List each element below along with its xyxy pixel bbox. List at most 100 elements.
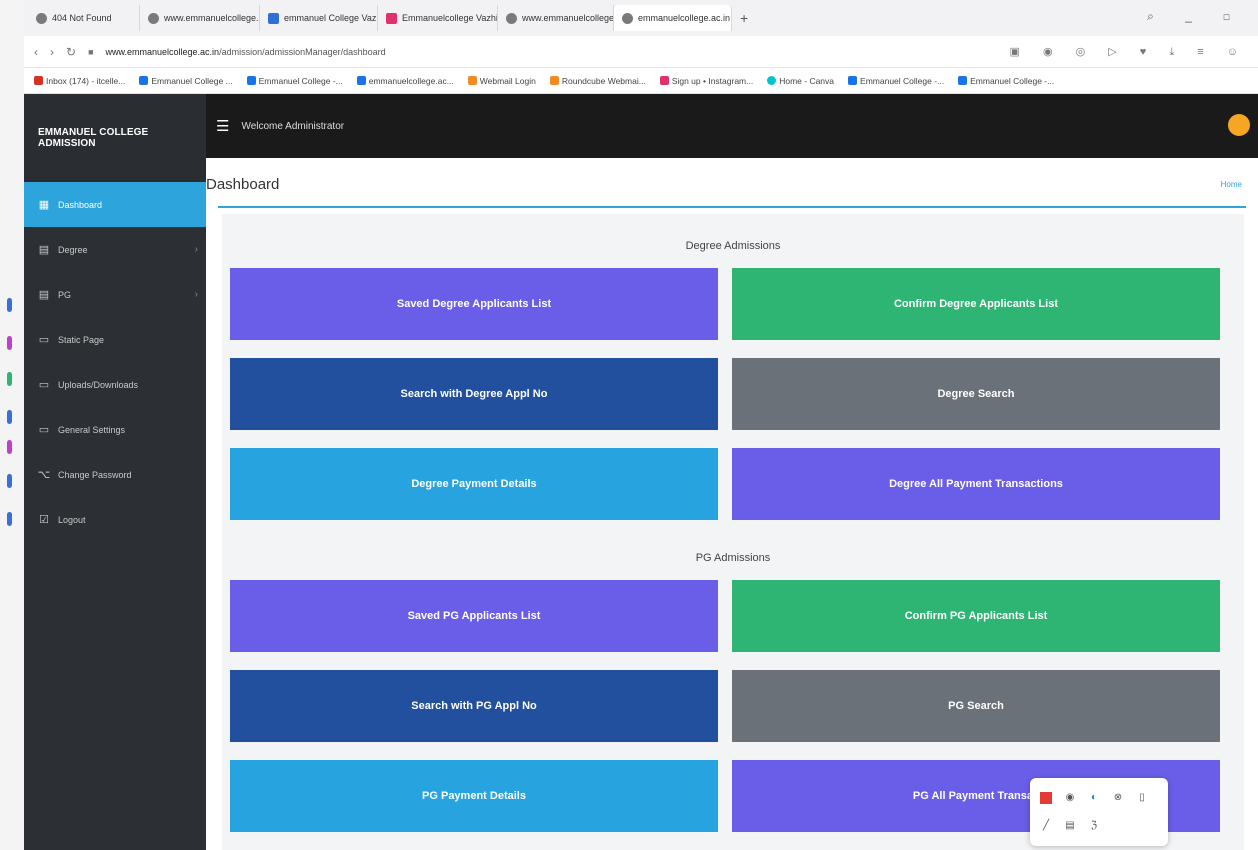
upload-icon: ▭ (38, 379, 50, 391)
bookmark[interactable]: Emmanuel College ... (139, 76, 233, 86)
sidebar: EMMANUEL COLLEGE ADMISSION ▦ Dashboard ▤… (24, 94, 206, 850)
key-icon: ⌥ (37, 469, 51, 481)
webmail-icon (467, 76, 477, 85)
sidebar-item-label: Degree (58, 244, 88, 255)
lock-icon: ■ (88, 46, 94, 57)
screen-edge (0, 0, 24, 850)
sidebar-item-dashboard[interactable]: ▦ Dashboard (24, 182, 206, 227)
sidebar-item-label: Static Page (58, 334, 105, 345)
browser-tab-bar: 404 Not Found www.emmanuelcollege.ac emm… (24, 0, 1258, 36)
sidebar-item-change-password[interactable]: ⌥ Change Password (24, 452, 206, 497)
bookmark[interactable]: Sign up • Instagram... (659, 76, 753, 86)
admissions-panel: Degree Admissions Saved Degree Applicant… (222, 214, 1244, 850)
bookmark[interactable]: Webmail Login (467, 76, 536, 86)
url-field[interactable]: www.emmanuelcollege.ac.in/admission/admi… (106, 47, 386, 57)
confirm-degree-applicants-button[interactable]: Confirm Degree Applicants List (732, 268, 1220, 340)
window-controls[interactable]: ⌕ _ ◻ (1147, 9, 1244, 24)
bookmark[interactable]: emmanuelcollege.ac... (356, 76, 454, 86)
bookmark-icon (848, 76, 858, 85)
bookmark-icon (139, 76, 149, 85)
bookmark[interactable]: Home - Canva (767, 76, 834, 86)
edge-indicator (7, 372, 12, 386)
browser-tab[interactable]: www.emmanuelcollege.ac (140, 5, 260, 31)
gmail-icon (34, 76, 43, 85)
sidebar-item-pg[interactable]: ▤ PG › (24, 272, 206, 317)
site-icon (268, 12, 279, 24)
bookmark-icon (958, 76, 968, 85)
chevron-right-icon: › (194, 289, 198, 300)
browser-tab[interactable]: www.emmanuelcollege.a (498, 5, 614, 31)
saved-pg-applicants-button[interactable]: Saved PG Applicants List (230, 580, 718, 652)
hamburger-menu-icon[interactable]: ☰ (216, 117, 229, 135)
page-title: Dashboard (206, 176, 280, 193)
main-content: Dashboard Home Degree Admissions Saved D… (206, 158, 1258, 850)
search-pg-appl-no-button[interactable]: Search with PG Appl No (230, 670, 718, 742)
search-degree-appl-no-button[interactable]: Search with Degree Appl No (230, 358, 718, 430)
bookmark[interactable]: Emmanuel College -... (958, 76, 1054, 86)
welcome-text: Welcome Administrator (241, 120, 345, 132)
list-icon: ▤ (38, 289, 50, 301)
globe-icon (506, 12, 517, 24)
list-icon: ▤ (38, 244, 50, 256)
saved-degree-applicants-button[interactable]: Saved Degree Applicants List (230, 268, 718, 340)
sidebar-item-static-page[interactable]: ▭ Static Page (24, 317, 206, 362)
degree-all-payment-transactions-button[interactable]: Degree All Payment Transactions (732, 448, 1220, 520)
globe-icon (148, 12, 159, 24)
screen-icon[interactable]: ▤ (1064, 820, 1076, 832)
webmail-icon (549, 76, 559, 85)
camera-icon[interactable]: ◉ (1064, 792, 1076, 804)
chevron-right-icon: › (194, 244, 198, 255)
top-navbar: ☰ Welcome Administrator (206, 94, 1258, 158)
sidebar-item-logout[interactable]: ☑ Logout (24, 497, 206, 542)
confirm-pg-applicants-button[interactable]: Confirm PG Applicants List (732, 580, 1220, 652)
edge-indicator (7, 336, 12, 350)
brand-title: EMMANUEL COLLEGE ADMISSION (24, 94, 206, 182)
bookmark-icon (356, 76, 366, 85)
back-icon[interactable]: ‹ (34, 45, 38, 59)
canva-icon (767, 76, 777, 85)
forward-icon[interactable]: › (50, 45, 54, 59)
edge-indicator (7, 410, 12, 424)
sidebar-item-degree[interactable]: ▤ Degree › (24, 227, 206, 272)
pg-section-heading: PG Admissions (695, 552, 771, 564)
bookmark[interactable]: Roundcube Webmai... (549, 76, 646, 86)
page-icon: ▭ (38, 334, 50, 346)
color-picker-icon[interactable]: ◐ (1088, 792, 1100, 804)
text-icon[interactable]: ℨ (1088, 820, 1100, 832)
browser-tab[interactable]: emmanuel College Vazhi (260, 5, 378, 31)
title-divider (218, 206, 1246, 208)
instagram-icon (386, 12, 397, 24)
settings-icon: ▭ (38, 424, 50, 436)
reload-icon[interactable]: ↻ (66, 45, 76, 59)
pg-search-button[interactable]: PG Search (732, 670, 1220, 742)
sidebar-item-label: Dashboard (58, 199, 103, 210)
browser-tab[interactable]: Emmanuelcollege Vazhi (378, 5, 498, 31)
floating-toolbar: ◉ ◐ ⊗ ▯ ╱ ▤ ℨ (1030, 778, 1168, 846)
sidebar-item-label: PG (58, 289, 72, 300)
degree-search-button[interactable]: Degree Search (732, 358, 1220, 430)
breadcrumb[interactable]: Home (1221, 180, 1242, 189)
bookmark-icon (246, 76, 256, 85)
browser-toolbar-icons[interactable]: ▣ ◉ ◎ ▷ ♥ ⤓ ≡ ☺ (1010, 45, 1249, 59)
sidebar-item-label: General Settings (58, 424, 126, 435)
browser-tab[interactable]: 404 Not Found (28, 5, 140, 31)
record-icon[interactable] (1040, 792, 1052, 804)
edge-indicator (7, 440, 12, 454)
sidebar-item-general-settings[interactable]: ▭ General Settings (24, 407, 206, 452)
address-bar: ‹ › ↻ ■ www.emmanuelcollege.ac.in/admiss… (24, 36, 1258, 68)
bookmark[interactable]: Emmanuel College -... (246, 76, 343, 86)
sidebar-item-uploads-downloads[interactable]: ▭ Uploads/Downloads (24, 362, 206, 407)
sidebar-item-label: Logout (58, 514, 86, 525)
instagram-icon (659, 76, 669, 85)
avatar[interactable] (1228, 114, 1250, 136)
pen-icon[interactable]: ╱ (1040, 820, 1052, 832)
new-tab-button[interactable]: + (732, 10, 756, 26)
magnify-icon[interactable]: ⊗ (1112, 792, 1124, 804)
clipboard-icon[interactable]: ▯ (1136, 792, 1148, 804)
browser-tab-active[interactable]: emmanuelcollege.ac.in A (614, 5, 732, 31)
pg-payment-details-button[interactable]: PG Payment Details (230, 760, 718, 832)
logout-icon: ☑ (39, 514, 49, 526)
bookmark[interactable]: Emmanuel College -... (848, 76, 944, 86)
degree-payment-details-button[interactable]: Degree Payment Details (230, 448, 718, 520)
bookmark[interactable]: Inbox (174) - itcelle... (34, 76, 125, 86)
